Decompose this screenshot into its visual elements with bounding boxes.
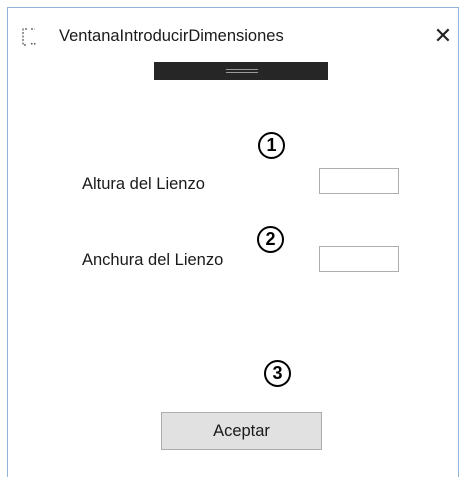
- window-title: VentanaIntroducirDimensiones: [59, 27, 284, 45]
- drag-handle-bar[interactable]: [154, 62, 328, 80]
- accept-button[interactable]: Aceptar: [161, 412, 322, 450]
- altura-label: Altura del Lienzo: [82, 175, 205, 193]
- dialog-window: VentanaIntroducirDimensiones ✕ 1 Altura …: [7, 7, 459, 477]
- close-button[interactable]: ✕: [428, 22, 458, 50]
- annotation-marker-2: 2: [257, 226, 284, 253]
- anchura-label: Anchura del Lienzo: [82, 251, 224, 269]
- close-icon: ✕: [433, 23, 453, 48]
- drag-grip-icon: [226, 69, 258, 73]
- title-bar[interactable]: VentanaIntroducirDimensiones ✕: [8, 8, 458, 54]
- anchura-input[interactable]: [319, 246, 399, 272]
- window-app-icon: [22, 28, 36, 46]
- altura-input[interactable]: [319, 168, 399, 194]
- annotation-marker-1: 1: [258, 132, 285, 159]
- annotation-marker-3: 3: [264, 360, 291, 387]
